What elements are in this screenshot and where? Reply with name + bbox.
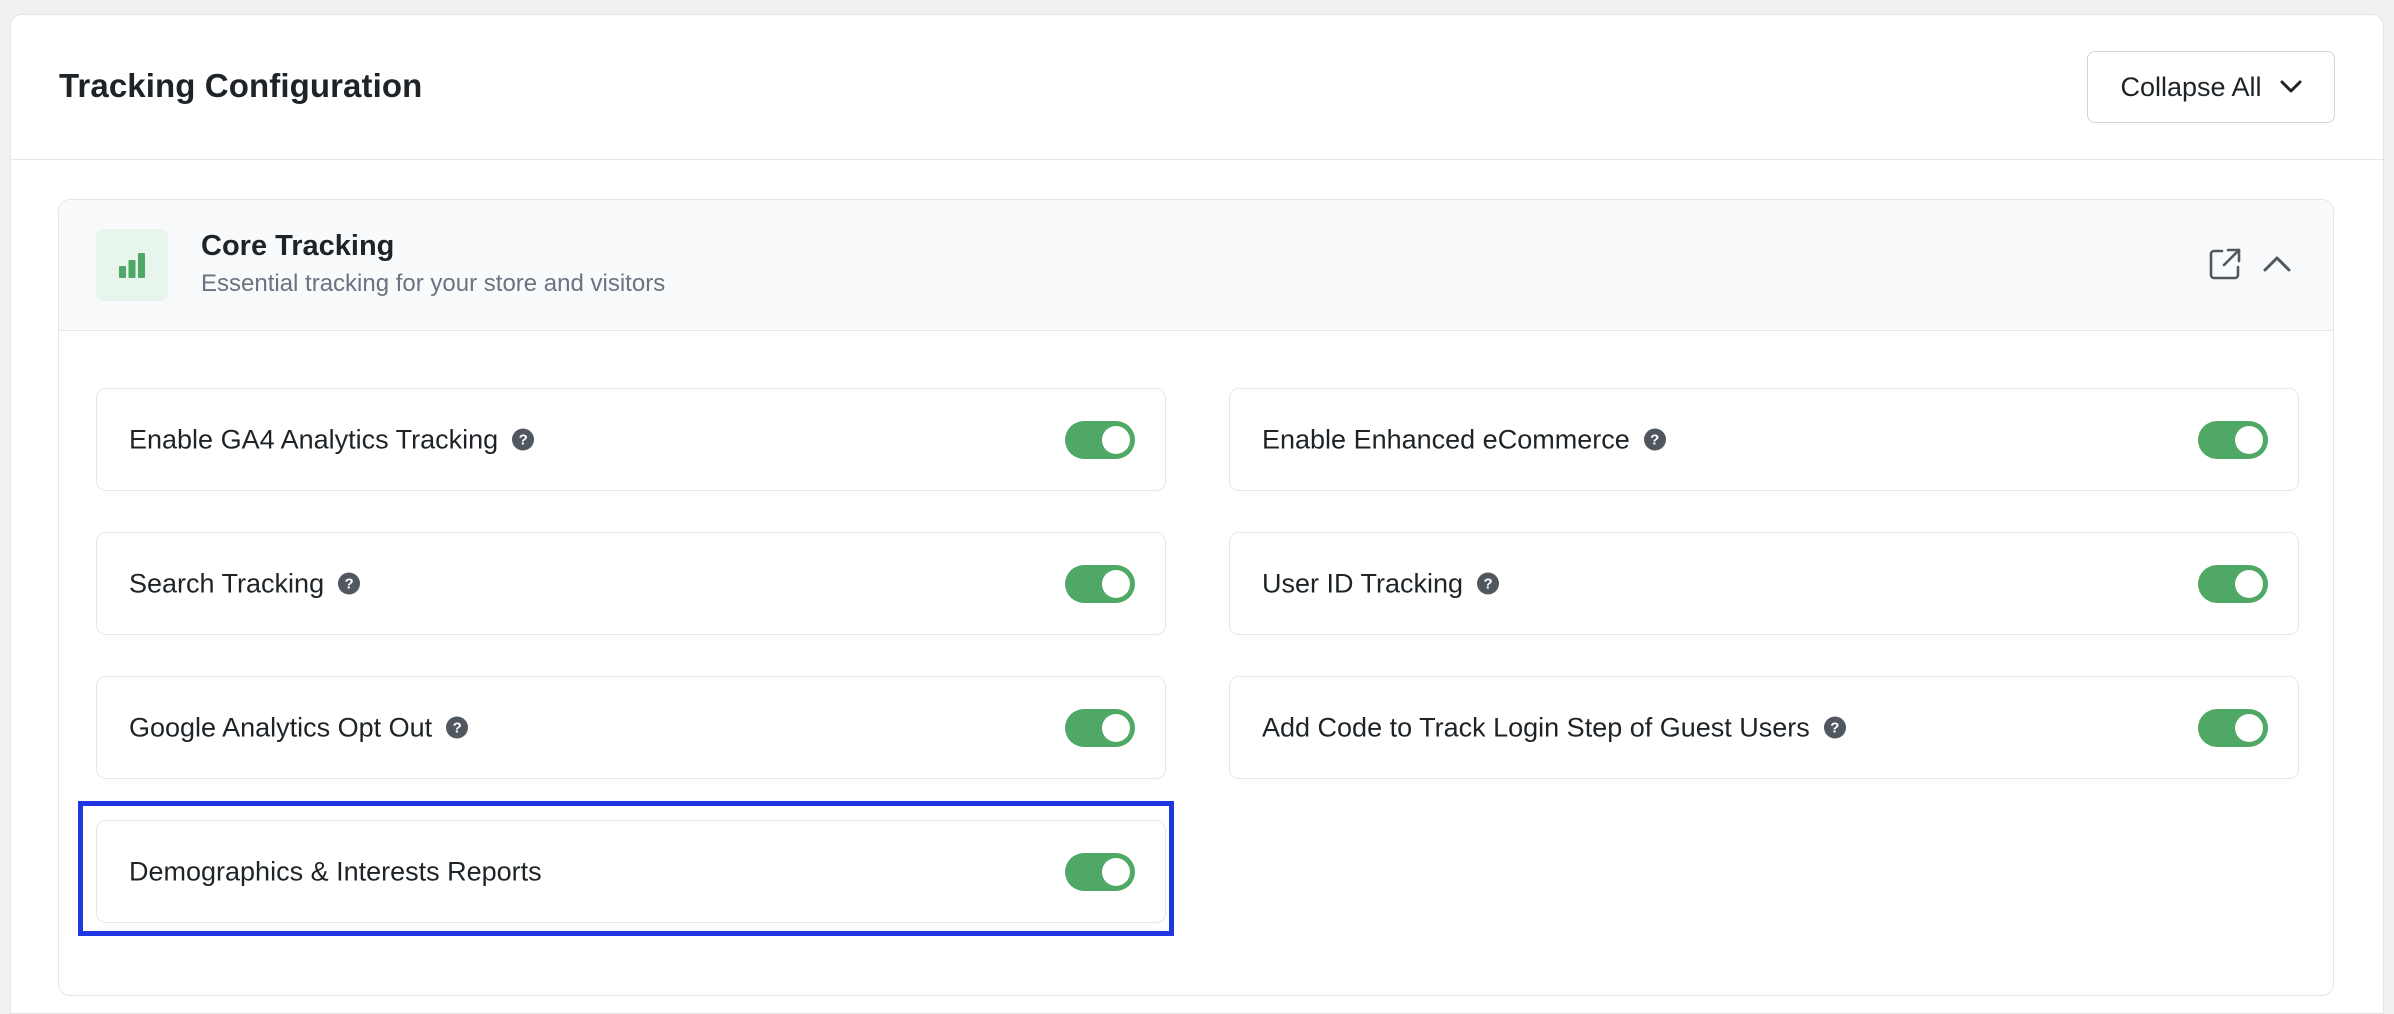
toggle-knob — [2235, 569, 2263, 598]
setting-label: Add Code to Track Login Step of Guest Us… — [1262, 712, 1810, 742]
enhanced-ecommerce-toggle[interactable] — [2198, 420, 2268, 459]
chevron-down-icon — [2280, 80, 2302, 93]
setting-label: Google Analytics Opt Out — [129, 712, 433, 742]
collapse-all-button[interactable]: Collapse All — [2087, 51, 2335, 123]
toggle-knob — [1102, 713, 1130, 742]
help-icon[interactable]: ? — [446, 716, 469, 739]
ga4-tracking-toggle[interactable] — [1065, 420, 1135, 459]
setting-label: Enable GA4 Analytics Tracking — [129, 424, 499, 454]
external-link-icon[interactable] — [2207, 246, 2243, 282]
setting-label: User ID Tracking — [1262, 568, 1464, 598]
setting-label: Search Tracking — [129, 568, 325, 598]
toggle-knob — [1102, 425, 1130, 454]
ga-opt-out-toggle[interactable] — [1065, 708, 1135, 747]
search-tracking-toggle[interactable] — [1065, 564, 1135, 603]
toggle-knob — [2235, 425, 2263, 454]
toggle-knob — [1102, 569, 1130, 598]
setting-card-enhanced-ecommerce: Enable Enhanced eCommerce ? — [1229, 388, 2299, 491]
setting-card-user-id-tracking: User ID Tracking ? — [1229, 532, 2299, 635]
section-header[interactable]: Core Tracking Essential tracking for you… — [59, 200, 2333, 331]
help-icon[interactable]: ? — [338, 572, 361, 595]
highlight-box — [78, 801, 1174, 936]
help-icon[interactable]: ? — [1477, 572, 1500, 595]
setting-card-ga4: Enable GA4 Analytics Tracking ? — [96, 388, 1166, 491]
toggle-knob — [2235, 713, 2263, 742]
help-icon[interactable]: ? — [1643, 428, 1666, 451]
help-icon[interactable]: ? — [1823, 716, 1846, 739]
collapse-all-label: Collapse All — [2120, 71, 2262, 102]
setting-label: Enable Enhanced eCommerce — [1262, 424, 1630, 454]
bar-chart-icon — [96, 229, 168, 301]
setting-card-ga-opt-out: Google Analytics Opt Out ? — [96, 676, 1166, 779]
page-title: Tracking Configuration — [59, 67, 423, 104]
panel-header: Tracking Configuration Collapse All — [11, 15, 2383, 160]
setting-card-guest-login-step: Add Code to Track Login Step of Guest Us… — [1229, 676, 2299, 779]
help-icon[interactable]: ? — [512, 428, 535, 451]
section-subtitle: Essential tracking for your store and vi… — [201, 270, 666, 297]
section-title: Core Tracking — [201, 230, 395, 262]
user-id-tracking-toggle[interactable] — [2198, 564, 2268, 603]
guest-login-step-toggle[interactable] — [2198, 708, 2268, 747]
chevron-up-icon[interactable] — [2259, 246, 2295, 282]
setting-card-search-tracking: Search Tracking ? — [96, 532, 1166, 635]
